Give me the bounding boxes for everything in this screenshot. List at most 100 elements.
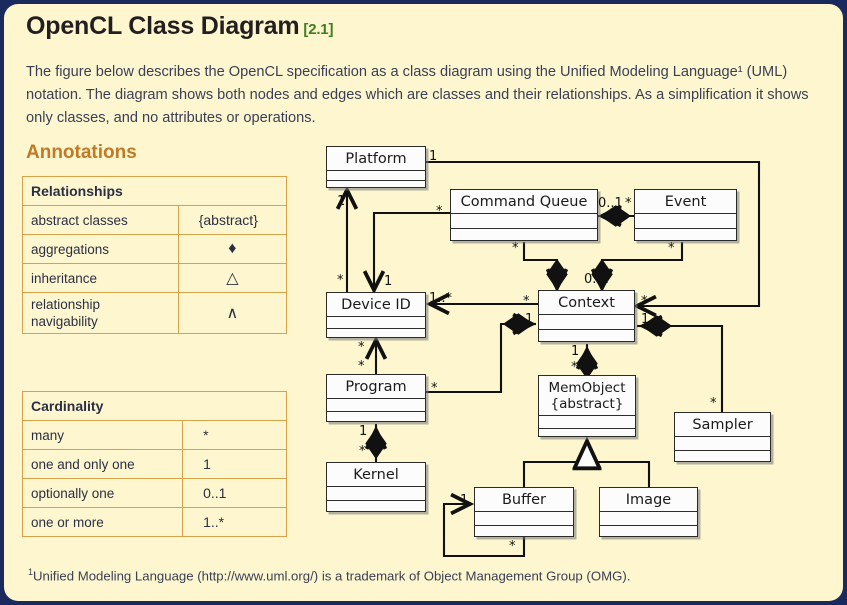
uml-attributes-compartment [327,170,425,180]
uml-class-name: Buffer [501,492,546,508]
relationships-table: Relationships abstract classes {abstract… [22,176,288,334]
aggregation-diamond-icon: ♦ [177,234,288,264]
cardinality-label-sampler-to-context: * [710,396,717,411]
intro-paragraph: The figure below describes the OpenCL sp… [26,64,809,126]
uml-operations-compartment [475,525,573,539]
table-row: abstract classes {abstract} [22,205,288,235]
uml-class-name: Device ID [341,297,411,313]
table-row: Cardinality [22,391,287,421]
uml-attributes-compartment [451,213,597,228]
uml-class-program: Program [326,374,426,422]
cardinality-label-context-memobject-one: 1 [571,344,580,359]
cardinality-label-deviceid-to-program: * [358,359,365,374]
uml-operations-compartment [600,525,697,539]
footnote-text: Unified Modeling Language (http://www.um… [33,568,631,584]
uml-class-name: Sampler [692,417,753,433]
cardinality-label-program-kernel-one: 1 [359,424,368,439]
footnote: 1Unified Modeling Language (http://www.u… [28,567,828,583]
cardinality-label-deviceid-to-platform: 1 [337,194,346,209]
page-title: OpenCL Class Diagram [2.1] [26,12,333,41]
cardinality-label-event-commandqueue: * [625,196,632,211]
cardinality-label-commandqueue-to-deviceid: * [436,204,443,219]
row-label: optionally one [21,478,184,508]
uml-attributes-compartment [600,511,697,525]
inheritance-triangle-icon: △ [177,263,288,293]
uml-class-name: Image [625,492,672,508]
relationships-header: Relationships [22,176,287,206]
uml-class-name: Kernel [353,467,399,483]
uml-class-name: Context [558,295,615,311]
uml-class-sampler: Sampler [674,412,771,462]
cardinality-label-context-program-one: 1 [525,312,534,327]
abstract-symbol: {abstract} [177,205,288,235]
uml-class-image: Image [599,487,698,537]
row-label: abstract classes [22,205,179,235]
cardinality-label-commandqueue-deviceid-one: 1 [384,274,393,289]
uml-operations-compartment [327,500,425,514]
uml-class-memobject: MemObject {abstract} [538,375,636,437]
uml-attributes-compartment [327,398,425,411]
uml-class-platform: Platform [326,146,426,188]
uml-attributes-compartment [539,415,635,428]
table-row: aggregations ♦ [22,234,288,264]
uml-class-device_id: Device ID [326,292,426,338]
uml-attributes-compartment [675,436,770,450]
uml-class-event: Event [634,189,737,241]
uml-class-context: Context [538,290,635,342]
navigability-arrow-icon: ∧ [177,292,288,334]
cardinality-label-context-to-deviceid-many: * [523,294,530,309]
cardinality-table: Cardinality many * one and only one 1 op… [21,391,287,537]
cardinality-symbol: * [182,420,287,450]
cardinality-label-context-commandqueue-one: 1 [555,272,564,287]
diagram-card: OpenCL Class Diagram [2.1] The figure bel… [4,4,843,601]
uml-operations-compartment [327,411,425,424]
cardinality-symbol: 1 [182,449,287,479]
version-badge: [2.1] [303,21,334,38]
uml-operations-compartment [451,228,597,243]
uml-attributes-compartment [475,511,573,525]
table-row: one and only one 1 [21,449,287,479]
uml-class-name: Command Queue [460,194,588,210]
uml-class-buffer: Buffer [474,487,574,537]
uml-class-name: MemObject {abstract} [539,376,635,415]
cardinality-label-deviceid-from-context: 1..* [429,291,453,306]
table-row: many * [21,420,287,450]
table-row: relationship navigability ∧ [22,292,288,334]
cardinality-symbol: 0..1 [182,478,287,508]
row-label: many [21,420,184,450]
table-row: one or more 1..* [21,507,287,537]
cardinality-label-kernel-to-program: * [359,444,366,459]
row-label: inheritance [22,263,179,293]
uml-attributes-compartment [327,486,425,500]
uml-class-stereotype: {abstract} [550,396,624,412]
uml-operations-compartment [539,428,635,441]
uml-attributes-compartment [539,314,634,329]
annotations-heading: Annotations [26,142,137,163]
cardinality-label-program-to-context: * [431,381,438,396]
cardinality-label-context-to-platform: * [641,294,648,309]
uml-operations-compartment [675,450,770,464]
uml-operations-compartment [327,180,425,190]
cardinality-label-commandqueue-to-context: * [512,241,519,256]
cardinality-label-memobject-to-context: * [571,360,578,375]
uml-operations-compartment [327,328,425,340]
row-label: relationship navigability [22,292,179,334]
cardinality-label-buffer-self-one: 1 [460,493,469,508]
cardinality-label-context-event-optional: 0..1 [584,272,609,287]
uml-class-name: Platform [345,151,407,167]
cardinality-label-program-to-deviceid: * [358,340,365,355]
cardinality-label-deviceid-platform-many: * [337,273,344,288]
uml-class-kernel: Kernel [326,462,426,512]
uml-operations-compartment [635,228,736,243]
row-label: one and only one [21,449,184,479]
cardinality-label-context-sampler-one: 1 [641,312,650,327]
cardinality-header: Cardinality [22,391,287,421]
table-row: optionally one 0..1 [21,478,287,508]
uml-attributes-compartment [635,213,736,228]
cardinality-symbol: 1..* [182,507,287,537]
uml-class-name: Event [664,194,707,210]
uml-attributes-compartment [327,316,425,328]
table-row: Relationships [22,176,287,206]
uml-class-command_queue: Command Queue [450,189,598,241]
row-label: one or more [21,507,184,537]
